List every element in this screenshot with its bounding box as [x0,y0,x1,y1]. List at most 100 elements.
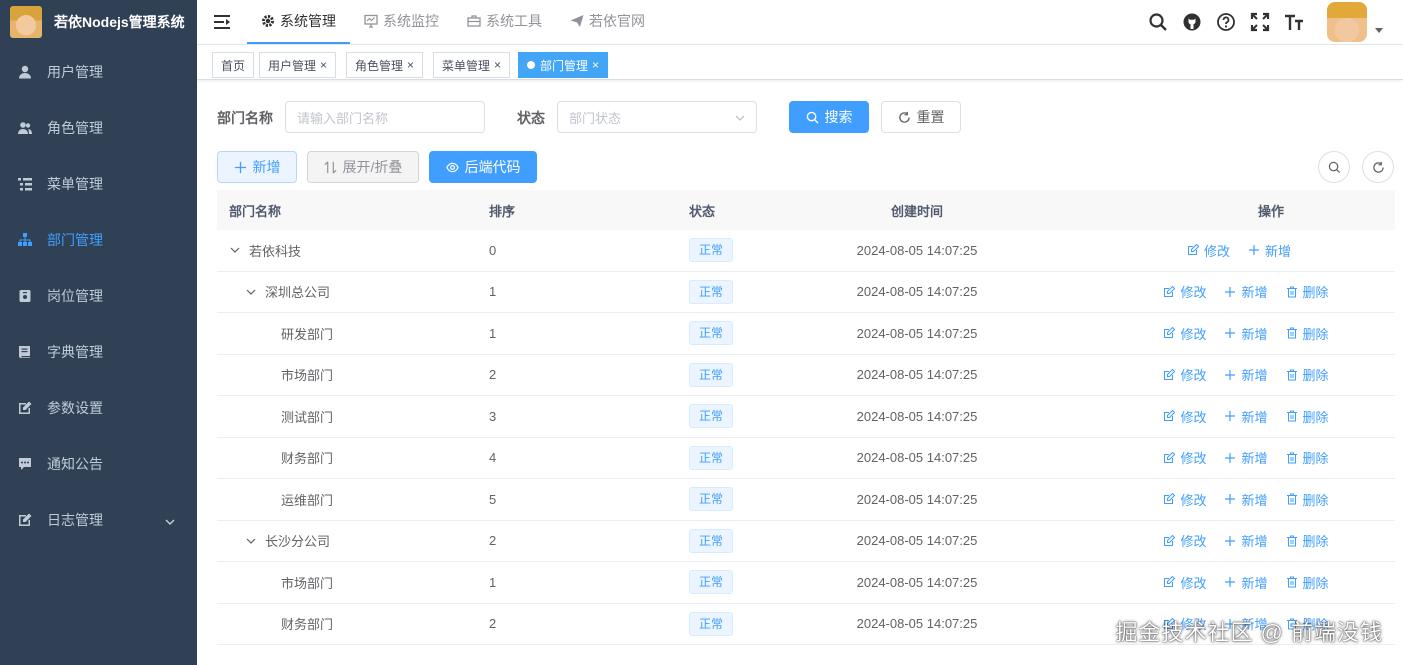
status-select[interactable]: 部门状态 [557,101,757,133]
cell-name: 市场部门 [217,573,477,592]
dept-name-input[interactable]: 请输入部门名称 [285,101,485,133]
delete-button[interactable]: 删除 [1286,407,1329,426]
edit-button[interactable]: 修改 [1163,282,1206,301]
expand-toggle-button[interactable]: 展开/折叠 [307,151,419,183]
cell-sort: 2 [489,533,497,549]
add-child-button[interactable]: 新增 [1224,448,1268,467]
cell-name: 测试部门 [217,407,477,426]
add-label: 新增 [1241,326,1268,342]
delete-button[interactable]: 删除 [1286,324,1329,343]
reset-button[interactable]: 重置 [881,101,961,133]
close-icon[interactable]: × [407,58,414,72]
edit-button[interactable]: 修改 [1163,531,1206,550]
add-child-button[interactable]: 新增 [1248,241,1291,260]
plus-icon [1225,535,1236,546]
topnav-item-0[interactable]: 系统管理 [247,0,350,44]
delete-button[interactable]: 删除 [1286,448,1329,467]
sidebar-item-3[interactable]: 部门管理 [0,212,197,268]
caret-down-icon[interactable] [1373,23,1385,35]
sidebar-item-6[interactable]: 参数设置 [0,380,197,436]
close-icon[interactable]: × [592,58,599,72]
font-size-icon[interactable] [1284,12,1304,32]
cell-sort: 2 [489,367,497,383]
add-child-button[interactable]: 新增 [1224,531,1268,550]
tag-1[interactable]: 用户管理 × [259,52,337,78]
edit-button[interactable]: 修改 [1163,448,1206,467]
cell-sort: 1 [489,325,497,341]
chevron-down-icon[interactable] [245,286,257,298]
eye-icon [445,162,459,172]
avatar[interactable] [1327,2,1367,42]
monitor-icon [364,14,378,28]
status-badge: 正常 [689,528,734,553]
cell-sort: 5 [489,491,497,507]
fullscreen-icon[interactable] [1250,12,1270,32]
edit-button[interactable]: 修改 [1187,241,1230,260]
question-icon[interactable] [1216,12,1236,32]
search-icon[interactable] [1148,12,1168,32]
delete-button[interactable]: 删除 [1286,282,1329,301]
edit-button[interactable]: 修改 [1163,365,1206,384]
tree-icon [18,233,32,247]
col-header-time: 创建时间 [890,203,943,219]
sidebar-item-2[interactable]: 菜单管理 [0,156,197,212]
sidebar-item-7[interactable]: 通知公告 [0,436,197,492]
add-child-button[interactable]: 新增 [1224,324,1268,343]
tag-0[interactable]: 首页 [212,52,255,78]
add-child-button[interactable]: 新增 [1224,365,1268,384]
chevron-down-icon[interactable] [229,244,241,256]
edit-icon [1164,576,1176,588]
add-label: 新增 [1241,575,1268,591]
sidebar-item-8[interactable]: 日志管理 [0,492,197,548]
edit-icon [1164,410,1176,422]
cell-ops: 修改 新增 删除 [997,490,1395,509]
edit-button[interactable]: 修改 [1163,573,1206,592]
delete-button[interactable]: 删除 [1286,365,1329,384]
cell-name: 运维部门 [217,490,477,509]
topnav-item-1[interactable]: 系统监控 [350,0,453,44]
topnav-item-2[interactable]: 系统工具 [453,0,556,44]
delete-button[interactable]: 删除 [1286,573,1329,592]
tag-label: 首页 [221,58,246,73]
tag-3[interactable]: 菜单管理 × [433,52,511,78]
logo[interactable]: 若依Nodejs管理系统 [0,0,197,44]
sidebar-item-4[interactable]: 岗位管理 [0,268,197,324]
cell-status: 正常 [677,321,837,346]
sidebar-item-5[interactable]: 字典管理 [0,324,197,380]
search-button[interactable]: 搜索 [789,101,869,133]
tag-2[interactable]: 角色管理 × [346,52,424,78]
tag-4[interactable]: 部门管理 × [518,52,609,78]
sidebar-item-0[interactable]: 用户管理 [0,44,197,100]
add-button-label: 新增 [252,159,281,175]
backend-code-button[interactable]: 后端代码 [429,151,537,183]
topnav-item-3[interactable]: 若依官网 [556,0,659,44]
refresh-table-button[interactable] [1362,151,1394,183]
table-row: 深圳总公司 1 正常 2024-08-05 14:07:25 修改 新增 删除 [217,272,1395,313]
delete-button[interactable]: 删除 [1286,490,1329,509]
edit-icon [1164,493,1176,505]
edit-icon [1164,285,1176,297]
add-child-button[interactable]: 新增 [1224,282,1268,301]
close-icon[interactable]: × [320,58,327,72]
cell-status: 正常 [677,487,837,512]
github-icon[interactable] [1182,12,1202,32]
trash-icon [1286,410,1297,422]
delete-button[interactable]: 删除 [1286,531,1329,550]
add-child-button[interactable]: 新增 [1224,490,1268,509]
hamburger-icon[interactable] [213,13,231,31]
add-child-button[interactable]: 新增 [1224,573,1268,592]
close-icon[interactable]: × [494,58,501,72]
add-button[interactable]: 新增 [217,151,297,183]
table-row: 研发部门 1 正常 2024-08-05 14:07:25 修改 新增 删除 [217,313,1395,355]
edit-button[interactable]: 修改 [1163,407,1206,426]
cell-name: 长沙分公司 [217,531,477,550]
cell-time: 2024-08-05 14:07:25 [856,616,978,632]
edit-label: 修改 [1180,409,1207,425]
edit-button[interactable]: 修改 [1163,490,1206,509]
chevron-down-icon[interactable] [245,535,257,547]
edit-button[interactable]: 修改 [1163,324,1206,343]
add-child-button[interactable]: 新增 [1224,407,1268,426]
sidebar-item-1[interactable]: 角色管理 [0,100,197,156]
toggle-search-button[interactable] [1318,151,1350,183]
